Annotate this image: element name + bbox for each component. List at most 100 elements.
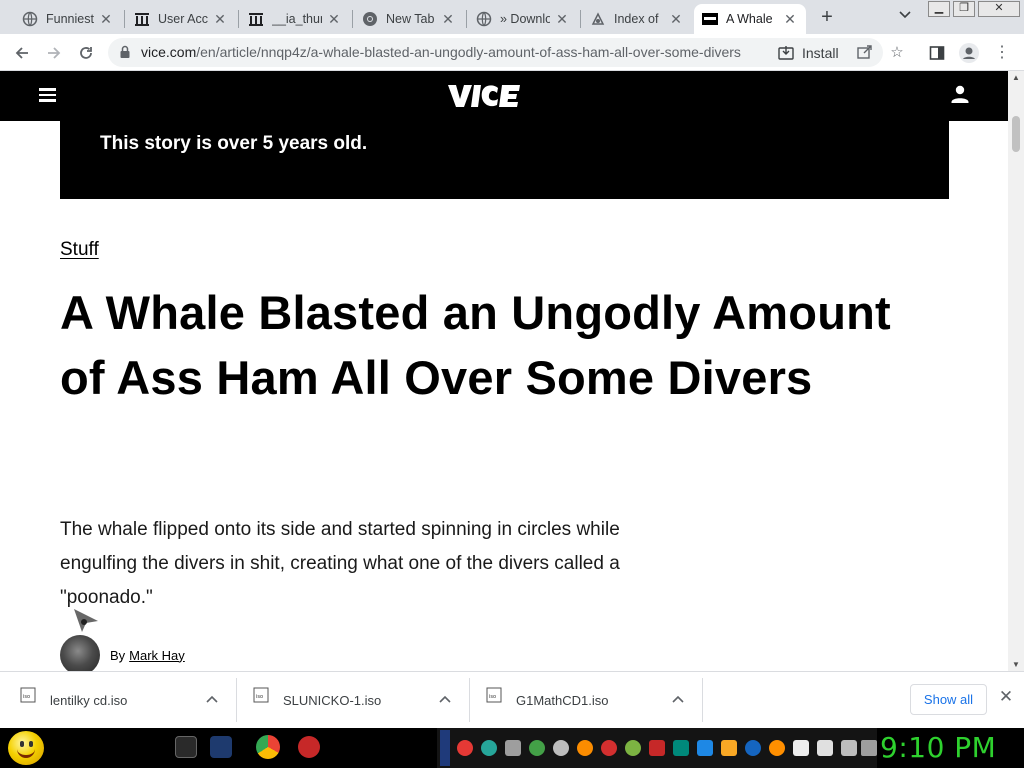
scrollbar-thumb[interactable] xyxy=(1012,116,1020,152)
scroll-down-arrow-icon[interactable]: ▼ xyxy=(1012,660,1020,669)
share-icon[interactable] xyxy=(856,44,874,62)
tab-ia-thumb[interactable]: __ia_thun ✕ xyxy=(240,4,350,34)
shield-tray-icon[interactable] xyxy=(505,740,521,756)
side-panel-icon[interactable] xyxy=(926,42,948,64)
tab-new-tab[interactable]: New Tab ✕ xyxy=(354,4,464,34)
flag-tray-icon[interactable] xyxy=(817,740,833,756)
author-link[interactable]: Mark Hay xyxy=(129,648,185,663)
tab-strip: Funniest ✕ User Acc ✕ __ia_thun ✕ New Ta… xyxy=(0,0,1024,34)
tab-index-of[interactable]: Index of ✕ xyxy=(582,4,692,34)
tray-app-icon[interactable] xyxy=(673,740,689,756)
tray-app-icon[interactable] xyxy=(625,740,641,756)
byline-prefix: By xyxy=(110,647,126,663)
tray-app-icon[interactable] xyxy=(745,740,761,756)
tab-title: » Downlo xyxy=(500,12,550,26)
new-tab-button[interactable]: + xyxy=(814,6,840,30)
bookmark-star-icon[interactable]: ☆ xyxy=(888,44,906,62)
url-path: /en/article/nnqp4z/a-whale-blasted-an-un… xyxy=(196,44,741,60)
download-item[interactable]: iso lentilky cd.iso xyxy=(20,679,228,721)
article-category-link[interactable]: Stuff xyxy=(60,239,99,261)
chevron-up-icon[interactable] xyxy=(206,694,218,706)
download-filename: SLUNICKO-1.iso xyxy=(283,692,382,708)
system-tray xyxy=(437,728,877,768)
downloader-app-icon[interactable] xyxy=(210,736,232,758)
author-avatar[interactable] xyxy=(60,635,100,671)
opera-tray-icon[interactable] xyxy=(601,740,617,756)
firefox-tray-icon[interactable] xyxy=(577,740,593,756)
install-app-button[interactable]: Install xyxy=(778,42,839,64)
iso-file-icon: iso xyxy=(486,687,502,703)
skype-tray-icon[interactable] xyxy=(553,740,569,756)
restore-window-button[interactable]: ❐ xyxy=(953,1,975,17)
antivirus-tray-icon[interactable] xyxy=(649,740,665,756)
network-tray-icon[interactable] xyxy=(841,740,857,756)
tab-download[interactable]: » Downlo ✕ xyxy=(468,4,578,34)
task-manager-icon[interactable] xyxy=(175,736,197,758)
url-text: vice.com/en/article/nnqp4z/a-whale-blast… xyxy=(141,44,741,60)
tab-search-button[interactable] xyxy=(894,8,916,28)
hamburger-menu-icon[interactable] xyxy=(39,88,56,102)
os-taskbar: 9:10 PM xyxy=(0,728,1024,768)
close-tab-icon[interactable]: ✕ xyxy=(212,11,228,28)
close-window-button[interactable]: ✕ xyxy=(978,1,1020,17)
tab-divider xyxy=(124,10,125,28)
tray-app-icon[interactable] xyxy=(697,740,713,756)
minimize-window-button[interactable]: ▁ xyxy=(928,1,950,17)
profile-avatar-icon[interactable] xyxy=(958,42,980,64)
download-item[interactable]: iso G1MathCD1.iso xyxy=(486,679,694,721)
close-tab-icon[interactable]: ✕ xyxy=(440,11,456,28)
svg-text:iso: iso xyxy=(23,694,30,700)
close-app-icon[interactable] xyxy=(298,736,320,758)
forward-button[interactable] xyxy=(41,40,67,66)
close-tab-icon[interactable]: ✕ xyxy=(782,11,798,28)
tab-divider xyxy=(352,10,353,28)
close-tab-icon[interactable]: ✕ xyxy=(554,11,570,28)
svg-text:iso: iso xyxy=(489,694,496,700)
download-filename: G1MathCD1.iso xyxy=(516,692,609,708)
browser-toolbar: vice.com/en/article/nnqp4z/a-whale-blast… xyxy=(0,34,1024,71)
vice-favicon-icon xyxy=(702,11,718,27)
chevron-up-icon[interactable] xyxy=(439,694,451,706)
close-tab-icon[interactable]: ✕ xyxy=(98,11,114,28)
tab-funniest[interactable]: Funniest ✕ xyxy=(14,4,122,34)
vice-logo[interactable] xyxy=(446,82,522,110)
archive-icon xyxy=(590,11,606,27)
page-viewport: This story is over 5 years old. Stuff A … xyxy=(0,71,1008,671)
svg-text:iso: iso xyxy=(256,694,263,700)
tab-title: Index of xyxy=(614,12,659,26)
system-clock[interactable]: 9:10 PM xyxy=(880,731,996,764)
close-tab-icon[interactable]: ✕ xyxy=(668,11,684,28)
lock-icon[interactable] xyxy=(118,45,132,59)
chrome-app-icon[interactable] xyxy=(256,735,280,759)
install-icon xyxy=(778,45,794,61)
user-account-icon[interactable] xyxy=(950,84,970,104)
page-scrollbar[interactable]: ▲ ▼ xyxy=(1008,71,1024,671)
close-tab-icon[interactable]: ✕ xyxy=(326,11,342,28)
tray-app-icon[interactable] xyxy=(721,740,737,756)
scroll-up-arrow-icon[interactable]: ▲ xyxy=(1012,73,1020,82)
tray-app-icon[interactable] xyxy=(481,740,497,756)
tab-a-whale[interactable]: A Whale ✕ xyxy=(694,4,806,34)
article-headline: A Whale Blasted an Ungodly Amount of Ass… xyxy=(60,286,891,404)
torrent-tray-icon[interactable] xyxy=(529,740,545,756)
more-menu-icon[interactable]: ⋮ xyxy=(991,42,1013,64)
address-bar[interactable]: vice.com/en/article/nnqp4z/a-whale-blast… xyxy=(108,38,904,67)
tab-divider xyxy=(580,10,581,28)
start-button-smiley-icon[interactable] xyxy=(8,731,44,765)
tab-user-acc[interactable]: User Acc ✕ xyxy=(126,4,236,34)
iso-file-icon: iso xyxy=(20,687,36,703)
close-downloads-bar-icon[interactable]: ✕ xyxy=(997,688,1015,706)
volume-tray-icon[interactable] xyxy=(861,740,877,756)
document-tray-icon[interactable] xyxy=(793,740,809,756)
show-all-downloads-button[interactable]: Show all xyxy=(910,684,987,715)
download-item[interactable]: iso SLUNICKO-1.iso xyxy=(253,679,461,721)
yandex-tray-icon[interactable] xyxy=(457,740,473,756)
search-tray-icon[interactable] xyxy=(769,740,785,756)
chrome-icon xyxy=(362,11,378,27)
back-button[interactable] xyxy=(9,40,35,66)
site-header xyxy=(0,71,1008,121)
chevron-up-icon[interactable] xyxy=(672,694,684,706)
reload-button[interactable] xyxy=(73,40,99,66)
download-divider xyxy=(702,678,703,722)
archive-icon xyxy=(134,11,150,27)
